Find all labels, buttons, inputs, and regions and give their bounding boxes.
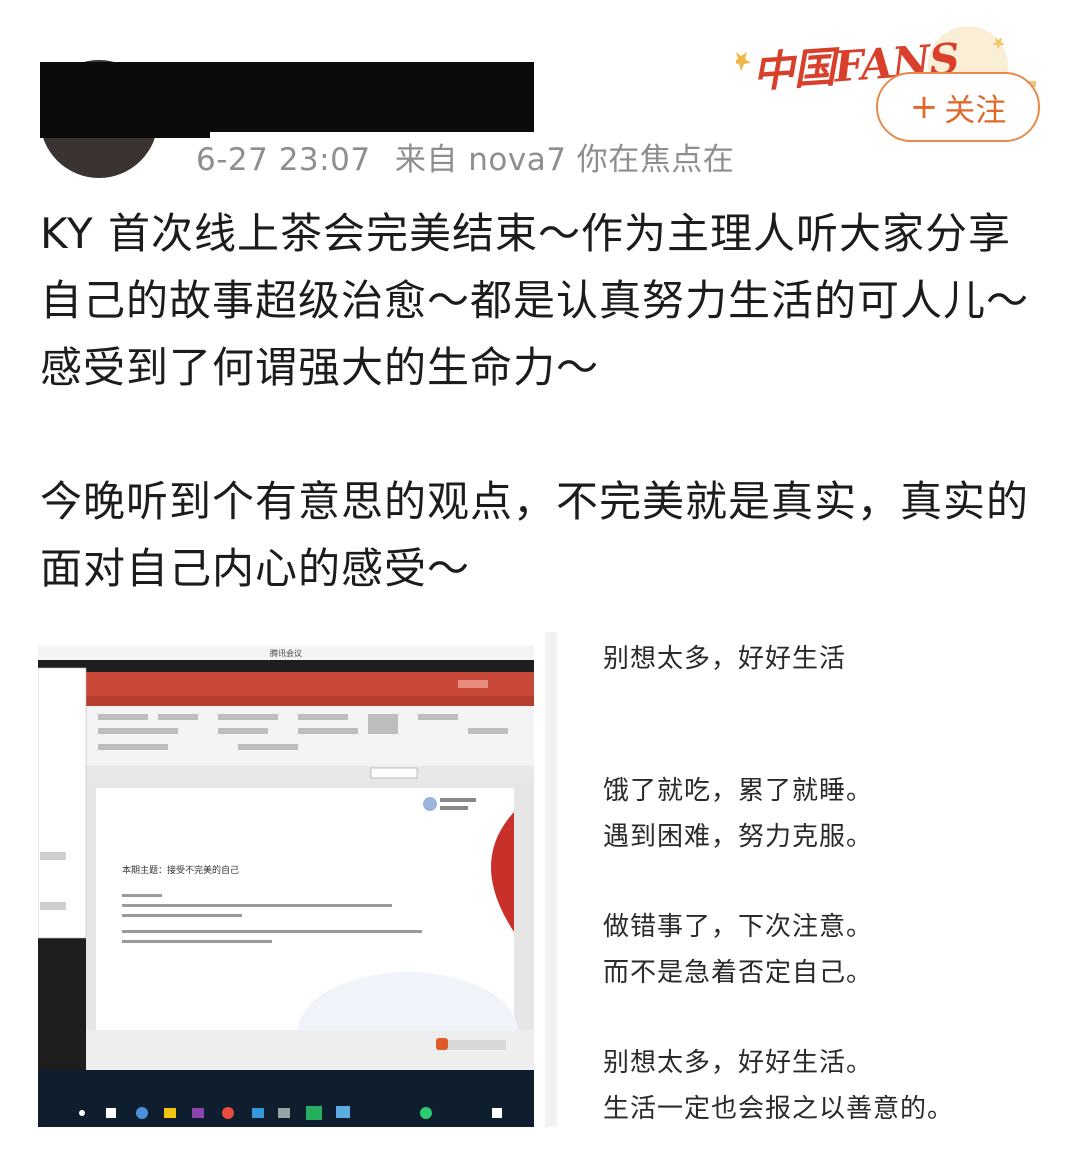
post-source-prefix: 来自 [394,142,458,178]
post-source[interactable]: nova7 你在焦点在 [468,142,734,178]
follow-label: 关注 [944,92,1007,129]
quote-line: 生活一定也会报之以善意的。 [603,1094,955,1124]
image-divider [545,632,557,1127]
post-paragraph: KY 首次线上茶会完美结束～作为主理人听大家分享自己的故事超级治愈～都是认真努力… [40,209,1030,392]
quote-line: 而不是急着否定自己。 [603,958,874,988]
quote-line: 别想太多，好好生活。 [603,1048,874,1078]
post-body: KY 首次线上茶会完美结束～作为主理人听大家分享自己的故事超级治愈～都是认真努力… [40,200,1050,602]
quote-line: 饿了就吃，累了就睡。 [603,776,874,806]
quote-line: 别想太多，好好生活 [603,644,847,674]
window-title: 腾讯会议 [270,648,302,658]
post-paragraph: 今晚听到个有意思的观点，不完美就是真实，真实的面对自己内心的感受～ [40,477,1030,593]
slide-heading: 本期主题：接受不完美的自己 [122,864,239,876]
quote-line: 遇到困难，努力克服。 [603,822,874,852]
follow-button[interactable]: + 关注 [876,72,1040,142]
plus-icon: + [909,87,939,127]
post-timestamp: 6-27 23:07 [196,142,371,178]
redacted-username-tail [40,116,210,138]
post-image-meeting-screenshot[interactable]: 腾讯会议 本期主题：接受不完美的自己 [37,632,534,1127]
meeting-screenshot-graphic: 腾讯会议 本期主题：接受不完美的自己 [37,632,534,1127]
post-meta: 6-27 23:07 来自 nova7 你在焦点在 [196,134,734,179]
quote-line: 做错事了，下次注意。 [603,912,874,942]
